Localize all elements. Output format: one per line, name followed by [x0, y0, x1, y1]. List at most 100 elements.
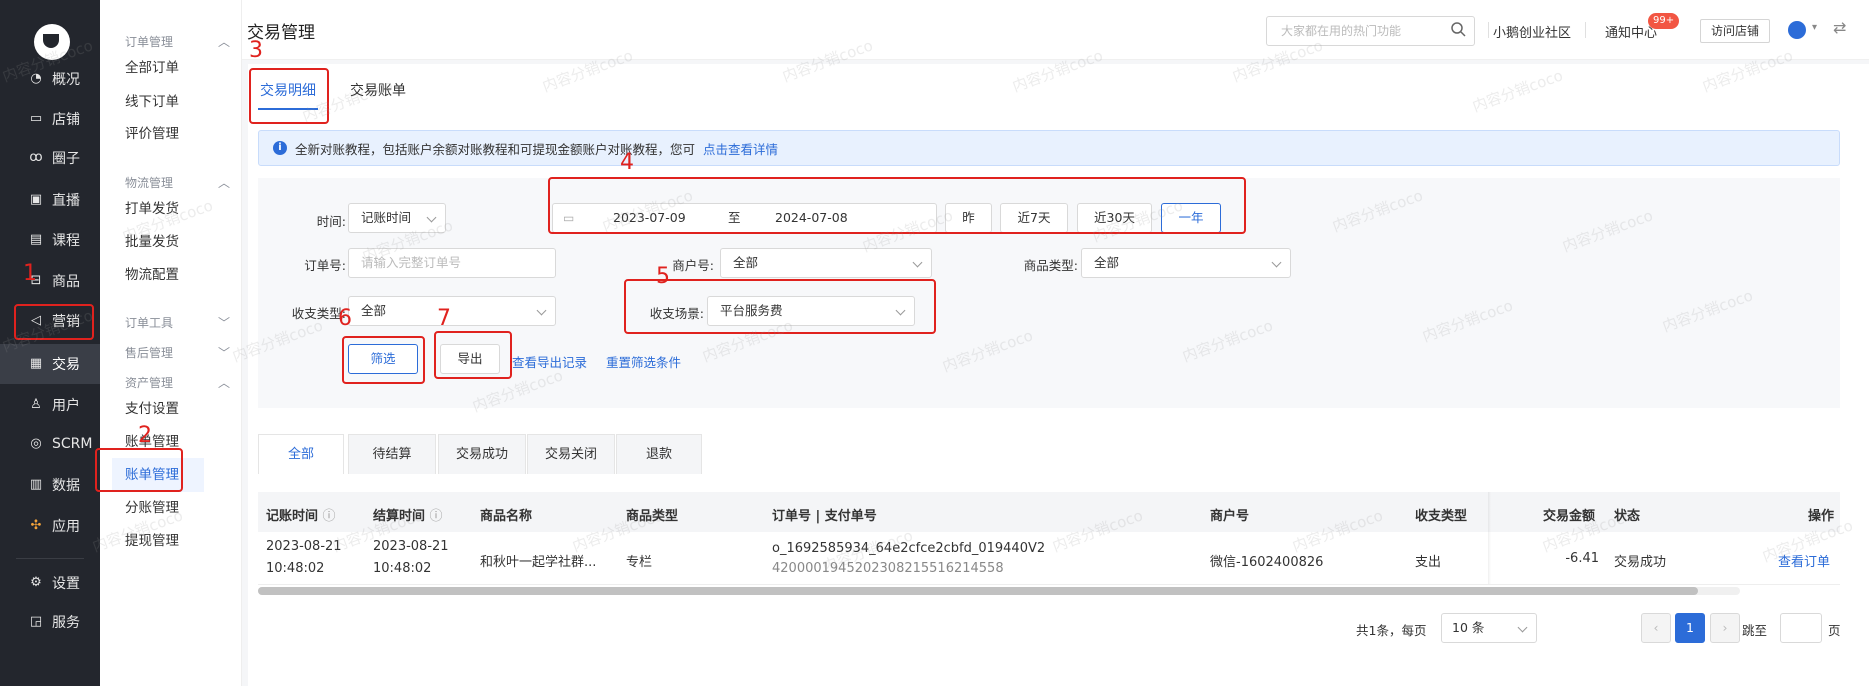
rail-item-4[interactable]: ▤ 课程 [0, 220, 100, 260]
rail-item-label: 数据 [52, 478, 80, 494]
rail-item-12[interactable]: ⚙ 设置 [0, 563, 100, 603]
horizontal-scrollbar-thumb[interactable] [258, 587, 1698, 595]
chevron-down-icon: ﹀ [217, 346, 230, 360]
next-page-button[interactable]: › [1710, 613, 1740, 643]
goto-label: 跳至 [1742, 623, 1768, 638]
export-records-link[interactable]: 查看导出记录 [512, 352, 587, 371]
feature-search-input[interactable]: 大家都在用的热门功能 [1266, 16, 1475, 46]
order-no-input[interactable]: 请输入完整订单号 [348, 248, 556, 278]
merchant-value: 全部 [733, 255, 759, 270]
notification-badge: 99+ [1648, 13, 1680, 29]
subnav-item-all-orders[interactable]: 全部订单 [112, 51, 204, 85]
status-tab-closed[interactable]: 交易关闭 [527, 434, 615, 474]
status-tab-success[interactable]: 交易成功 [438, 434, 526, 474]
switch-icon[interactable]: ⇄ [1833, 18, 1846, 37]
goods-type-label: 商品类型: [1023, 258, 1078, 273]
subnav-item-offline-orders[interactable]: 线下订单 [112, 85, 204, 119]
status-tab-refund[interactable]: 退款 [616, 434, 702, 474]
rail-item-3[interactable]: ▣ 直播 [0, 180, 100, 220]
subnav-item-batch-ship[interactable]: 批量发货 [112, 225, 204, 259]
header-divider [1585, 22, 1586, 38]
rail-item-13[interactable]: ◲ 服务 [0, 602, 100, 642]
subnav-group-label: 资产管理 [125, 376, 174, 390]
subnav-group-order-tools[interactable]: 订单工具 ﹀ [125, 314, 230, 331]
rail-item-label: 用户 [52, 398, 80, 414]
col-amount: 交易金额 [1543, 509, 1596, 524]
rail-item-5[interactable]: ⊟ 商品 [0, 261, 100, 301]
subnav-group-label: 订单管理 [125, 35, 174, 49]
col-label: 记账时间 [266, 509, 319, 524]
annotation-number-6: 6 [338, 306, 352, 331]
subnav-group-assets[interactable]: 资产管理 ︿ [125, 374, 230, 391]
info-icon[interactable]: ⓘ [323, 509, 336, 524]
col-book-time: 记账时间 ⓘ [266, 505, 336, 524]
time-type-select[interactable]: 记账时间 [348, 203, 446, 233]
cell-goods-type: 专栏 [626, 555, 653, 570]
col-merchant: 商户号 [1210, 509, 1250, 524]
community-link[interactable]: 小鹅创业社区 [1493, 22, 1571, 41]
subnav-group-aftersale[interactable]: 售后管理 ﹀ [125, 344, 230, 361]
merchant-select[interactable]: 全部 [720, 248, 932, 278]
chevron-down-icon [426, 212, 437, 223]
subnav-item-reviews[interactable]: 评价管理 [112, 117, 204, 151]
chevron-up-icon: ︿ [217, 176, 230, 190]
apps-icon: ✣ [30, 518, 42, 533]
subnav-item-print-ship[interactable]: 打单发货 [112, 192, 204, 226]
tab-transaction-bill[interactable]: 交易账单 [350, 80, 406, 100]
info-icon[interactable]: ⓘ [430, 509, 443, 524]
avatar-dropdown-icon[interactable]: ▾ [1812, 22, 1817, 33]
rail-item-label: 圈子 [52, 151, 80, 167]
rail-item-label: 服务 [52, 615, 80, 631]
table-row-divider [258, 584, 1840, 585]
pager-total: 共1条，每页 [1356, 623, 1427, 638]
subnav-item-split-manage[interactable]: 分账管理 [112, 491, 204, 525]
time-label: 时间: [316, 214, 346, 229]
search-icon[interactable] [1450, 21, 1466, 37]
view-order-link[interactable]: 查看订单 [1778, 551, 1830, 570]
subnav-item-payment-settings[interactable]: 支付设置 [112, 392, 204, 426]
goto-page-input[interactable] [1780, 613, 1822, 643]
rail-item-8[interactable]: ♙ 用户 [0, 385, 100, 425]
rail-item-7[interactable]: ▦ 交易 [0, 344, 100, 384]
subnav-group-logistics[interactable]: 物流管理 ︿ [125, 174, 230, 191]
rail-item-label: 商品 [52, 274, 80, 290]
subnav-item-logistics-config[interactable]: 物流配置 [112, 258, 204, 292]
cell-goods-name: 和秋叶一起学社群... [480, 555, 597, 570]
rail-item-label: 交易 [52, 357, 80, 373]
annotation-box-4 [548, 177, 1246, 234]
chevron-down-icon: ﹀ [217, 316, 230, 330]
avatar[interactable] [1788, 21, 1806, 39]
page-1-button[interactable]: 1 [1675, 613, 1705, 643]
rail-item-0[interactable]: ◔ 概况 [0, 59, 100, 99]
fixed-column-shadow [1488, 492, 1491, 584]
col-order-no: 订单号 | 支付单号 [772, 509, 877, 524]
subnav-item-withdraw-manage[interactable]: 提现管理 [112, 524, 204, 558]
notice-detail-link[interactable]: 点击查看详情 [703, 139, 778, 158]
data-icon: ▥ [29, 477, 43, 492]
visit-store-button[interactable]: 访问店铺 [1700, 19, 1770, 43]
cell-pay-no: 4200001945202308215516214558 [772, 561, 1004, 576]
rail-item-1[interactable]: ▭ 店铺 [0, 99, 100, 139]
annotation-box-3 [249, 68, 329, 124]
page-size-value: 10 条 [1452, 620, 1485, 635]
status-tab-all[interactable]: 全部 [258, 434, 344, 474]
status-tab-pending[interactable]: 待结算 [348, 434, 436, 474]
rail-item-2[interactable]: ꝏ 圈子 [0, 138, 100, 178]
rail-item-11[interactable]: ✣ 应用 [0, 506, 100, 546]
pie-chart-icon: ◔ [30, 71, 42, 86]
rail-item-label: 店铺 [52, 112, 80, 128]
prev-page-button[interactable]: ‹ [1641, 613, 1671, 643]
subnav-group-order[interactable]: 订单管理 ︿ [125, 33, 230, 50]
service-icon: ◲ [29, 614, 43, 629]
rail-item-10[interactable]: ▥ 数据 [0, 465, 100, 505]
page-size-select[interactable]: 10 条 [1441, 613, 1537, 643]
rail-item-9[interactable]: ◎ SCRM [0, 424, 100, 464]
io-type-select[interactable]: 全部 [348, 296, 556, 326]
rail-item-label: 直播 [52, 193, 80, 209]
reset-filters-link[interactable]: 重置筛选条件 [606, 352, 681, 371]
subnav-group-label: 物流管理 [125, 176, 174, 190]
chevron-down-icon [1271, 257, 1282, 268]
rail-item-label: SCRM [52, 436, 93, 452]
cell-amount: -6.41 [1565, 551, 1599, 566]
goods-type-select[interactable]: 全部 [1081, 248, 1291, 278]
